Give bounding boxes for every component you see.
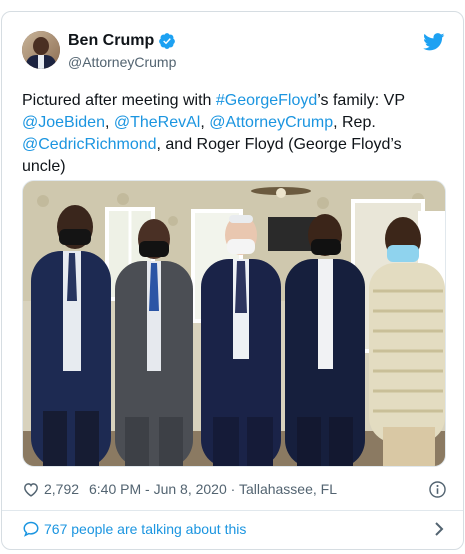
verified-badge-icon [159,33,176,49]
heart-icon[interactable] [22,481,40,497]
conversation-count-text[interactable]: 767 people are talking about this [44,521,246,537]
mention-link-joebiden[interactable]: @JoeBiden [22,114,105,131]
mention-link-cedricrichmond[interactable]: @CedricRichmond [22,136,157,153]
avatar[interactable] [22,31,60,69]
tweet-meta-row: 2,792 6:40 PM - Jun 8, 2020 · Tallahasse… [22,478,447,502]
tweet-text-part: , Rep. [333,114,376,131]
author-handle[interactable]: @AttorneyCrump [68,54,176,70]
speech-bubble-icon [23,521,39,537]
tweet-embed-card[interactable]: Ben Crump @AttorneyCrump Pictured after … [1,11,464,550]
tweet-text: Pictured after meeting with #GeorgeFloyd… [22,90,447,178]
info-icon[interactable] [428,480,447,499]
tweet-text-part: ’s family: VP [317,92,405,109]
author-name-row[interactable]: Ben Crump [68,32,176,50]
group-photo-illustration [23,181,445,466]
tweet-text-separator: , [104,114,114,131]
tweet-text-part: Pictured after meeting with [22,92,216,109]
tweet-photo[interactable] [22,180,446,467]
mention-link-therevral[interactable]: @TheRevAl [114,114,201,131]
mention-link-attorneycrump[interactable]: @AttorneyCrump [209,114,333,131]
like-count[interactable]: 2,792 [44,481,79,497]
hashtag-link[interactable]: #GeorgeFloyd [216,92,317,109]
conversation-link[interactable]: 767 people are talking about this [22,516,447,542]
twitter-bird-icon[interactable] [423,33,445,51]
tweet-text-separator: , [200,114,210,131]
timestamp[interactable]: 6:40 PM - Jun 8, 2020 · Tallahassee, FL [89,481,337,497]
divider [2,510,463,511]
author-display-name[interactable]: Ben Crump [68,32,154,50]
chevron-right-icon[interactable] [433,521,445,537]
tweet-header: Ben Crump @AttorneyCrump [2,12,463,76]
